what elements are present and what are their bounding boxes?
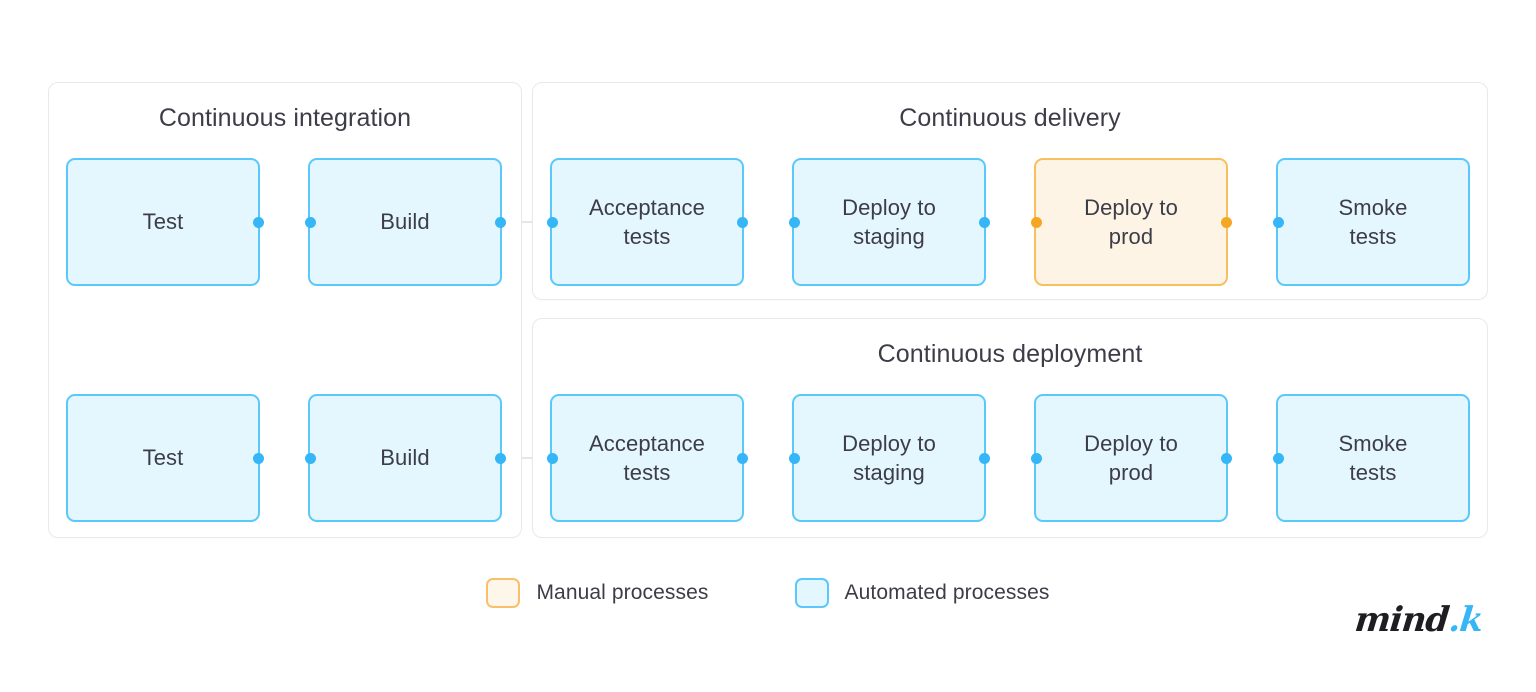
- node-label: Deploy to prod: [1084, 194, 1178, 249]
- node-label: Smoke tests: [1338, 194, 1408, 249]
- panel-title-continuous-integration: Continuous integration: [158, 104, 412, 132]
- logo-accent: .k: [1446, 600, 1485, 640]
- node-test-top[interactable]: Test: [66, 158, 264, 286]
- connector-dot-left: [546, 216, 558, 228]
- panel-title-continuous-delivery: Continuous delivery: [899, 104, 1121, 132]
- node-label: Test: [142, 209, 184, 235]
- node-label: Build: [380, 209, 430, 235]
- node-deploy-to-prod-deployment[interactable]: Deploy to prod: [1030, 394, 1232, 522]
- legend-item-automated: Automated processes: [794, 578, 1050, 608]
- node-label: Deploy to staging: [842, 194, 936, 249]
- connector-dot-right: [252, 452, 264, 464]
- connector-dot-right: [978, 452, 990, 464]
- connector-dot-right: [736, 216, 748, 228]
- connector-dot-left: [788, 452, 800, 464]
- node-label: Smoke tests: [1338, 430, 1408, 485]
- legend-swatch-manual-icon: [486, 578, 521, 608]
- connector-dot-right: [494, 216, 506, 228]
- node-acceptance-tests-deployment[interactable]: Acceptance tests: [546, 394, 748, 522]
- legend: Manual processes Automated processes: [0, 578, 1536, 608]
- connector-dot-left: [1030, 452, 1042, 464]
- connector-dot-left: [1272, 452, 1284, 464]
- node-build-top[interactable]: Build: [304, 158, 506, 286]
- node-deploy-to-prod-delivery[interactable]: Deploy to prod: [1030, 158, 1232, 286]
- connector-dot-right: [978, 216, 990, 228]
- connector-dot-right: [1220, 452, 1232, 464]
- connector-dot-right: [1220, 216, 1232, 228]
- legend-item-manual: Manual processes: [486, 578, 708, 608]
- diagram-canvas: Continuous integration Continuous delive…: [0, 0, 1536, 692]
- legend-swatch-automated-icon: [794, 578, 829, 608]
- node-label: Build: [380, 445, 430, 471]
- connector-dot-left: [1272, 216, 1284, 228]
- connector-dot-right: [736, 452, 748, 464]
- connector-dot-left: [1030, 216, 1042, 228]
- mindk-logo: mind .k: [1353, 600, 1485, 640]
- legend-label-manual: Manual processes: [536, 581, 709, 604]
- connector-dot-left: [546, 452, 558, 464]
- connector-dot-left: [304, 216, 316, 228]
- node-label: Deploy to staging: [842, 430, 936, 485]
- node-label: Test: [142, 445, 184, 471]
- node-label: Deploy to prod: [1084, 430, 1178, 485]
- node-label: Acceptance tests: [589, 194, 705, 249]
- node-deploy-to-staging-deployment[interactable]: Deploy to staging: [788, 394, 990, 522]
- node-smoke-tests-delivery[interactable]: Smoke tests: [1272, 158, 1470, 286]
- node-test-bottom[interactable]: Test: [66, 394, 264, 522]
- connector-dot-right: [252, 216, 264, 228]
- connector-dot-right: [494, 452, 506, 464]
- logo-wordmark: mind: [1353, 600, 1451, 640]
- node-smoke-tests-deployment[interactable]: Smoke tests: [1272, 394, 1470, 522]
- connector-dot-left: [788, 216, 800, 228]
- node-deploy-to-staging-delivery[interactable]: Deploy to staging: [788, 158, 990, 286]
- node-label: Acceptance tests: [589, 430, 705, 485]
- legend-label-automated: Automated processes: [844, 581, 1050, 604]
- panel-title-continuous-deployment: Continuous deployment: [877, 340, 1143, 368]
- node-acceptance-tests-delivery[interactable]: Acceptance tests: [546, 158, 748, 286]
- connector-dot-left: [304, 452, 316, 464]
- node-build-bottom[interactable]: Build: [304, 394, 506, 522]
